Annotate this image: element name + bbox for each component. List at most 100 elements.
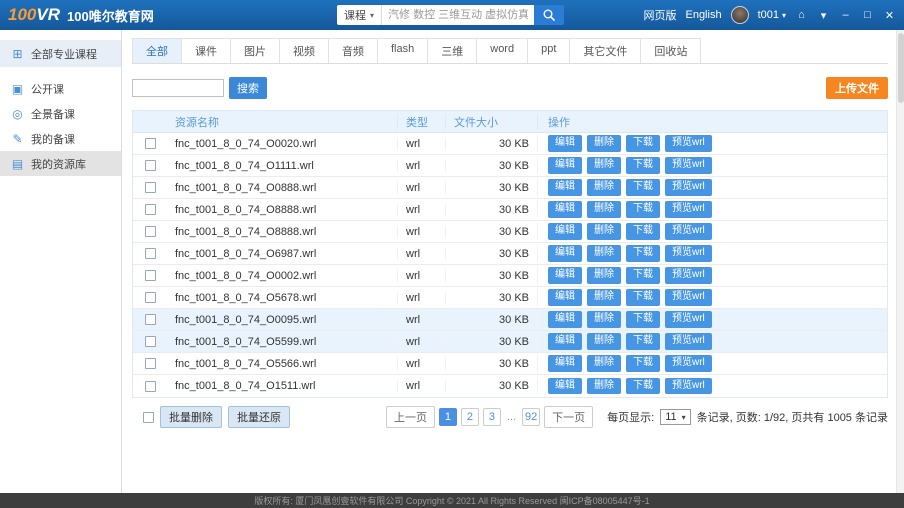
row-action-0[interactable]: 编辑 <box>548 355 582 372</box>
row-action-3[interactable]: 预览wrl <box>665 378 712 395</box>
row-checkbox[interactable] <box>145 270 156 281</box>
page-button-1[interactable]: 1 <box>439 408 457 426</box>
row-action-2[interactable]: 下载 <box>626 135 660 152</box>
batch-restore-button[interactable]: 批量还原 <box>228 406 290 428</box>
web-version-link[interactable]: 网页版 <box>643 7 676 23</box>
sidebar-item-2[interactable]: ◎全景备课 <box>0 101 121 126</box>
search-input[interactable] <box>382 5 534 25</box>
row-action-2[interactable]: 下载 <box>626 355 660 372</box>
row-action-0[interactable]: 编辑 <box>548 267 582 284</box>
row-checkbox[interactable] <box>145 160 156 171</box>
row-action-3[interactable]: 预览wrl <box>665 245 712 262</box>
row-action-2[interactable]: 下载 <box>626 333 660 350</box>
scrollbar[interactable] <box>896 30 904 493</box>
sidebar-item-3[interactable]: ✎我的备课 <box>0 126 121 151</box>
minimize-icon[interactable]: – <box>839 9 852 21</box>
row-action-2[interactable]: 下载 <box>626 311 660 328</box>
page-button-3[interactable]: 3 <box>483 408 501 426</box>
row-checkbox[interactable] <box>145 182 156 193</box>
per-page-select[interactable]: 11 ▾ <box>660 409 690 425</box>
select-all-checkbox[interactable] <box>143 412 154 423</box>
row-action-3[interactable]: 预览wrl <box>665 311 712 328</box>
tab-3[interactable]: 视频 <box>280 38 329 63</box>
row-checkbox[interactable] <box>145 336 156 347</box>
row-action-1[interactable]: 删除 <box>587 267 621 284</box>
row-action-1[interactable]: 删除 <box>587 157 621 174</box>
maximize-icon[interactable]: □ <box>861 9 874 21</box>
sidebar-item-1[interactable]: ▣公开课 <box>0 76 121 101</box>
row-action-0[interactable]: 编辑 <box>548 333 582 350</box>
avatar[interactable] <box>731 6 749 24</box>
row-checkbox[interactable] <box>145 248 156 259</box>
home-icon[interactable]: ⌂ <box>795 9 808 21</box>
row-action-0[interactable]: 编辑 <box>548 179 582 196</box>
filter-input[interactable] <box>132 79 224 97</box>
row-action-0[interactable]: 编辑 <box>548 223 582 240</box>
row-checkbox[interactable] <box>145 226 156 237</box>
language-link[interactable]: English <box>685 9 721 21</box>
row-action-1[interactable]: 删除 <box>587 179 621 196</box>
row-action-0[interactable]: 编辑 <box>548 157 582 174</box>
row-action-2[interactable]: 下载 <box>626 289 660 306</box>
row-action-0[interactable]: 编辑 <box>548 201 582 218</box>
tab-6[interactable]: 三维 <box>428 38 477 63</box>
tab-2[interactable]: 图片 <box>231 38 280 63</box>
row-action-2[interactable]: 下载 <box>626 245 660 262</box>
row-action-1[interactable]: 删除 <box>587 223 621 240</box>
row-action-3[interactable]: 预览wrl <box>665 157 712 174</box>
tab-0[interactable]: 全部 <box>132 38 182 63</box>
row-action-1[interactable]: 删除 <box>587 289 621 306</box>
row-action-0[interactable]: 编辑 <box>548 289 582 306</box>
row-action-3[interactable]: 预览wrl <box>665 201 712 218</box>
tab-1[interactable]: 课件 <box>182 38 231 63</box>
row-action-3[interactable]: 预览wrl <box>665 289 712 306</box>
row-checkbox[interactable] <box>145 204 156 215</box>
filter-search-button[interactable]: 搜索 <box>229 77 267 99</box>
row-action-3[interactable]: 预览wrl <box>665 223 712 240</box>
batch-delete-button[interactable]: 批量删除 <box>160 406 222 428</box>
page-button-2[interactable]: 2 <box>461 408 479 426</box>
tab-9[interactable]: 其它文件 <box>570 38 641 63</box>
row-action-3[interactable]: 预览wrl <box>665 179 712 196</box>
row-action-3[interactable]: 预览wrl <box>665 267 712 284</box>
row-action-1[interactable]: 删除 <box>587 245 621 262</box>
row-action-2[interactable]: 下载 <box>626 267 660 284</box>
row-action-1[interactable]: 删除 <box>587 333 621 350</box>
row-action-1[interactable]: 删除 <box>587 355 621 372</box>
page-button-92[interactable]: 92 <box>522 408 540 426</box>
row-action-2[interactable]: 下载 <box>626 378 660 395</box>
row-action-1[interactable]: 删除 <box>587 135 621 152</box>
row-checkbox[interactable] <box>145 138 156 149</box>
tab-7[interactable]: word <box>477 38 528 63</box>
row-action-1[interactable]: 删除 <box>587 378 621 395</box>
prev-page-button[interactable]: 上一页 <box>386 406 435 428</box>
row-action-3[interactable]: 预览wrl <box>665 135 712 152</box>
row-action-0[interactable]: 编辑 <box>548 245 582 262</box>
row-checkbox[interactable] <box>145 381 156 392</box>
row-action-2[interactable]: 下载 <box>626 179 660 196</box>
row-action-0[interactable]: 编辑 <box>548 311 582 328</box>
user-menu[interactable]: t001 ▾ <box>758 9 786 21</box>
tab-8[interactable]: ppt <box>528 38 570 63</box>
search-category-select[interactable]: 课程 ▾ <box>337 5 382 25</box>
row-action-3[interactable]: 预览wrl <box>665 333 712 350</box>
brand[interactable]: 100VR 100唯尔教育网 <box>8 5 154 25</box>
dropdown-icon[interactable]: ▾ <box>817 9 830 22</box>
row-action-2[interactable]: 下载 <box>626 201 660 218</box>
close-icon[interactable]: ✕ <box>883 9 896 22</box>
row-checkbox[interactable] <box>145 292 156 303</box>
scrollbar-thumb[interactable] <box>898 33 904 103</box>
row-checkbox[interactable] <box>145 314 156 325</box>
row-action-2[interactable]: 下载 <box>626 157 660 174</box>
row-action-2[interactable]: 下载 <box>626 223 660 240</box>
search-button[interactable] <box>534 5 564 25</box>
row-action-3[interactable]: 预览wrl <box>665 355 712 372</box>
row-action-1[interactable]: 删除 <box>587 311 621 328</box>
sidebar-item-0[interactable]: ⊞全部专业课程 <box>0 40 121 67</box>
sidebar-item-4[interactable]: ▤我的资源库 <box>0 151 121 176</box>
tab-4[interactable]: 音频 <box>329 38 378 63</box>
row-action-0[interactable]: 编辑 <box>548 378 582 395</box>
next-page-button[interactable]: 下一页 <box>544 406 593 428</box>
row-action-1[interactable]: 删除 <box>587 201 621 218</box>
row-action-0[interactable]: 编辑 <box>548 135 582 152</box>
